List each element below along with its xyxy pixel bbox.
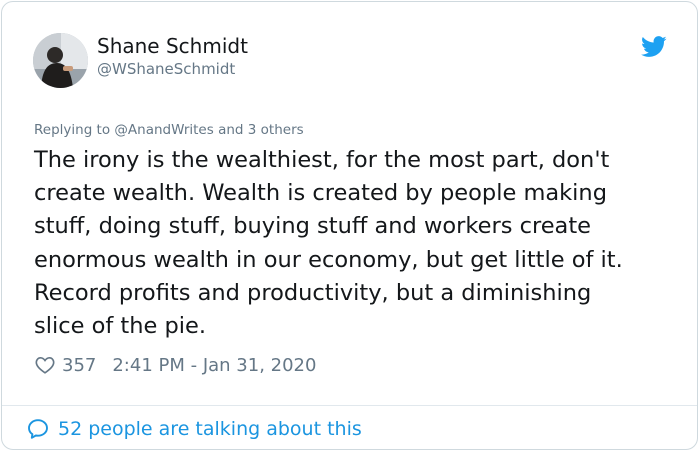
reply-prefix: Replying to [34,122,111,138]
author-name[interactable]: Shane Schmidt [97,34,248,58]
author-handle[interactable]: @WShaneSchmidt [97,60,235,78]
avatar[interactable] [33,33,88,88]
tweet-card: Shane Schmidt @WShaneSchmidt Replying to… [1,1,698,450]
heart-icon[interactable] [34,354,56,376]
tweet-timestamp[interactable]: 2:41 PM - Jan 31, 2020 [112,355,316,376]
conversation-link[interactable]: 52 people are talking about this [26,415,362,443]
like-count[interactable]: 357 [62,355,96,376]
tweet-meta: 357 2:41 PM - Jan 31, 2020 [34,350,316,380]
tweet-text: The irony is the wealthiest, for the mos… [34,147,623,340]
conversation-label: 52 people are talking about this [58,418,362,440]
avatar-photo [33,33,88,88]
twitter-bird-icon[interactable] [641,35,667,59]
reply-context: Replying to @AnandWrites and 3 others [34,122,304,138]
reply-suffix[interactable]: and 3 others [218,122,304,138]
divider [2,405,697,406]
reply-mention-link[interactable]: @AnandWrites [114,122,213,138]
speech-bubble-icon [28,419,48,439]
